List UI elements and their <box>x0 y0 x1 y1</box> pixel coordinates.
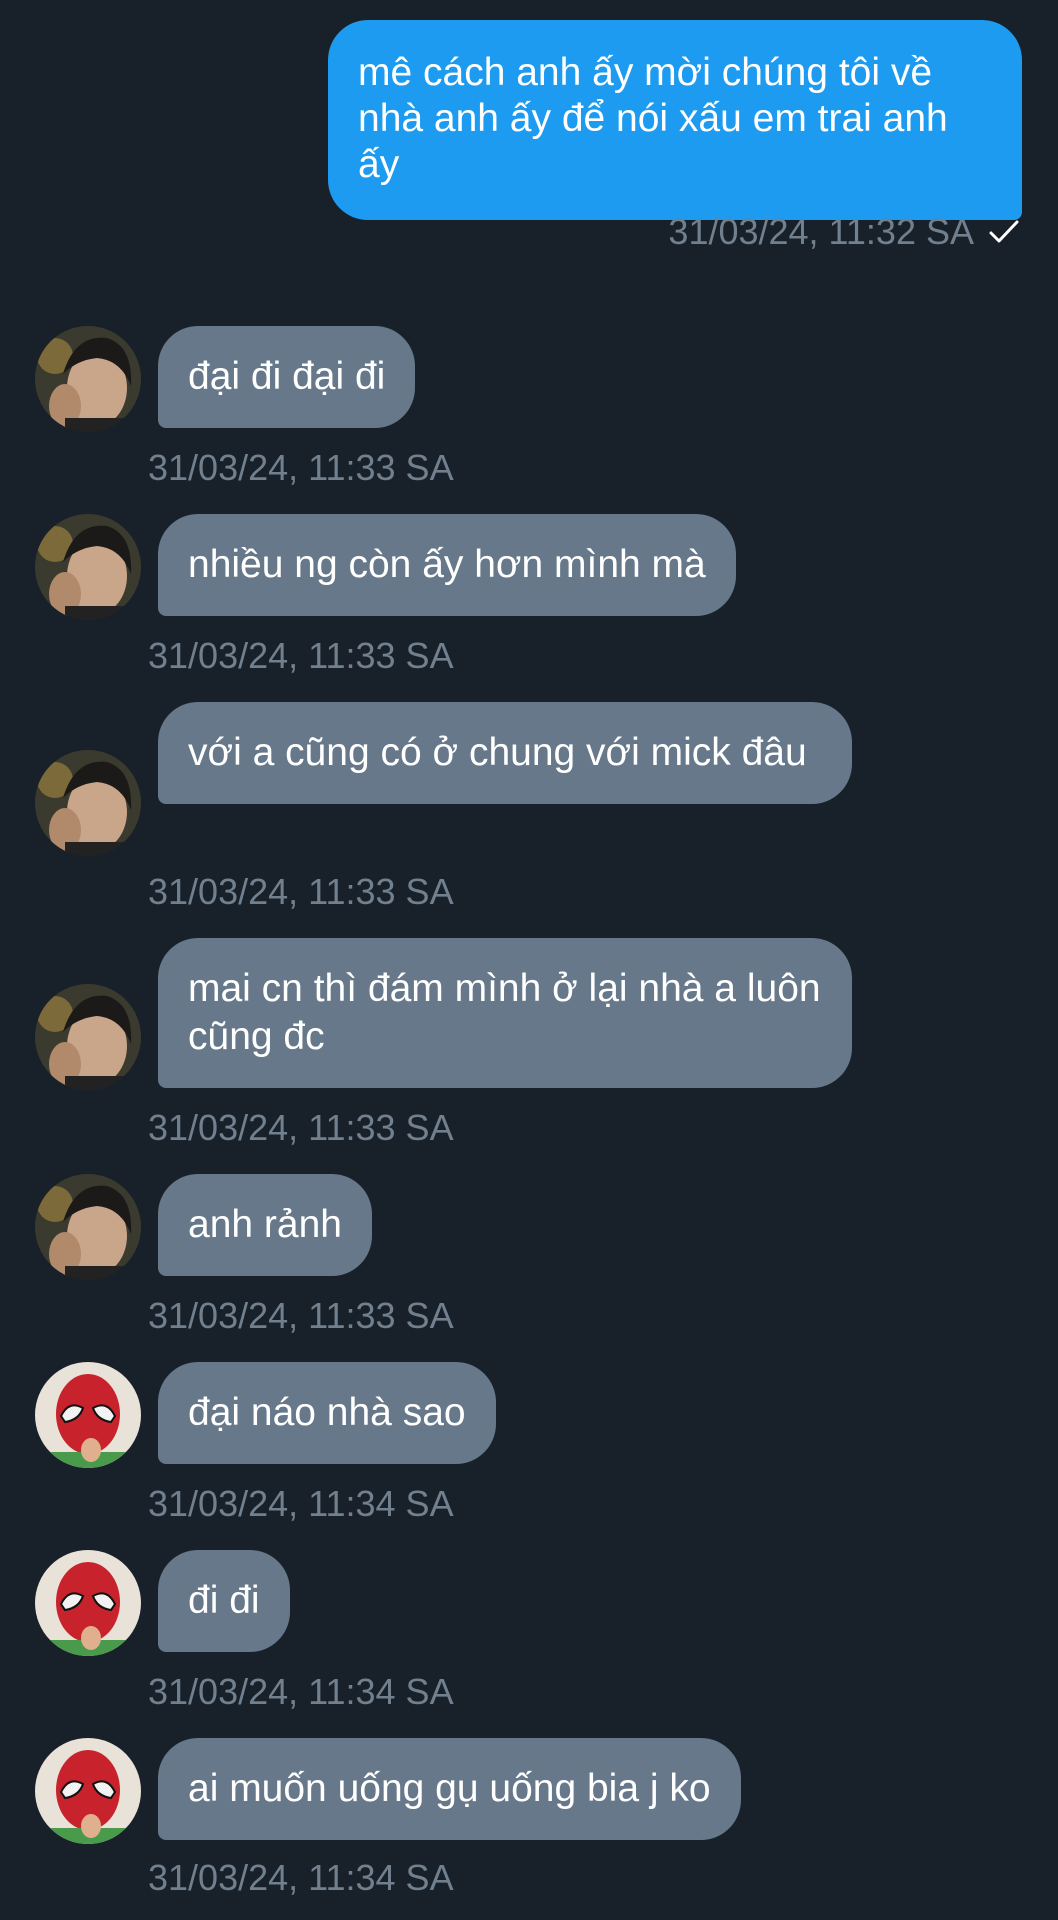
incoming-bubble[interactable]: đại náo nhà sao <box>158 1362 496 1464</box>
avatar-dark-hair[interactable] <box>35 326 141 432</box>
incoming-bubble[interactable]: đại đi đại đi <box>158 326 416 428</box>
avatar-dark-hair[interactable] <box>35 1174 141 1280</box>
incoming-bubble[interactable]: mai cn thì đám mình ở lại nhà a luôn cũn… <box>158 938 852 1088</box>
avatar-spider-mask[interactable] <box>35 1362 141 1468</box>
avatar-dark-hair[interactable] <box>35 750 141 856</box>
outgoing-meta: 31/03/24, 11:32 SA <box>668 212 1022 252</box>
incoming-timestamp: 31/03/24, 11:34 SA <box>148 1671 454 1712</box>
incoming-bubble[interactable]: nhiều ng còn ấy hơn mình mà <box>158 514 736 616</box>
incoming-timestamp: 31/03/24, 11:33 SA <box>148 871 454 912</box>
incoming-timestamp: 31/03/24, 11:33 SA <box>148 635 454 676</box>
incoming-timestamp: 31/03/24, 11:33 SA <box>148 1295 454 1336</box>
outgoing-bubble[interactable]: mê cách anh ấy mời chúng tôi về nhà anh … <box>328 20 1022 220</box>
chat-thread: mê cách anh ấy mời chúng tôi về nhà anh … <box>0 0 1058 1920</box>
incoming-timestamp: 31/03/24, 11:33 SA <box>148 447 454 488</box>
incoming-bubble[interactable]: với a cũng có ở chung với mick đâu <box>158 702 852 804</box>
outgoing-message[interactable]: mê cách anh ấy mời chúng tôi về nhà anh … <box>328 20 1022 220</box>
outgoing-timestamp: 31/03/24, 11:32 SA <box>668 211 974 252</box>
check-icon <box>989 220 1019 243</box>
incoming-timestamp: 31/03/24, 11:34 SA <box>148 1483 454 1524</box>
avatar-spider-mask[interactable] <box>35 1738 141 1844</box>
incoming-bubble[interactable]: đi đi <box>158 1550 290 1652</box>
incoming-bubble[interactable]: ai muốn uống gụ uống bia j ko <box>158 1738 741 1840</box>
avatar-dark-hair[interactable] <box>35 514 141 620</box>
avatar-spider-mask[interactable] <box>35 1550 141 1656</box>
incoming-bubble[interactable]: anh rảnh <box>158 1174 372 1276</box>
incoming-timestamp: 31/03/24, 11:33 SA <box>148 1107 454 1148</box>
avatar-dark-hair[interactable] <box>35 984 141 1090</box>
incoming-timestamp: 31/03/24, 11:34 SA <box>148 1857 454 1898</box>
